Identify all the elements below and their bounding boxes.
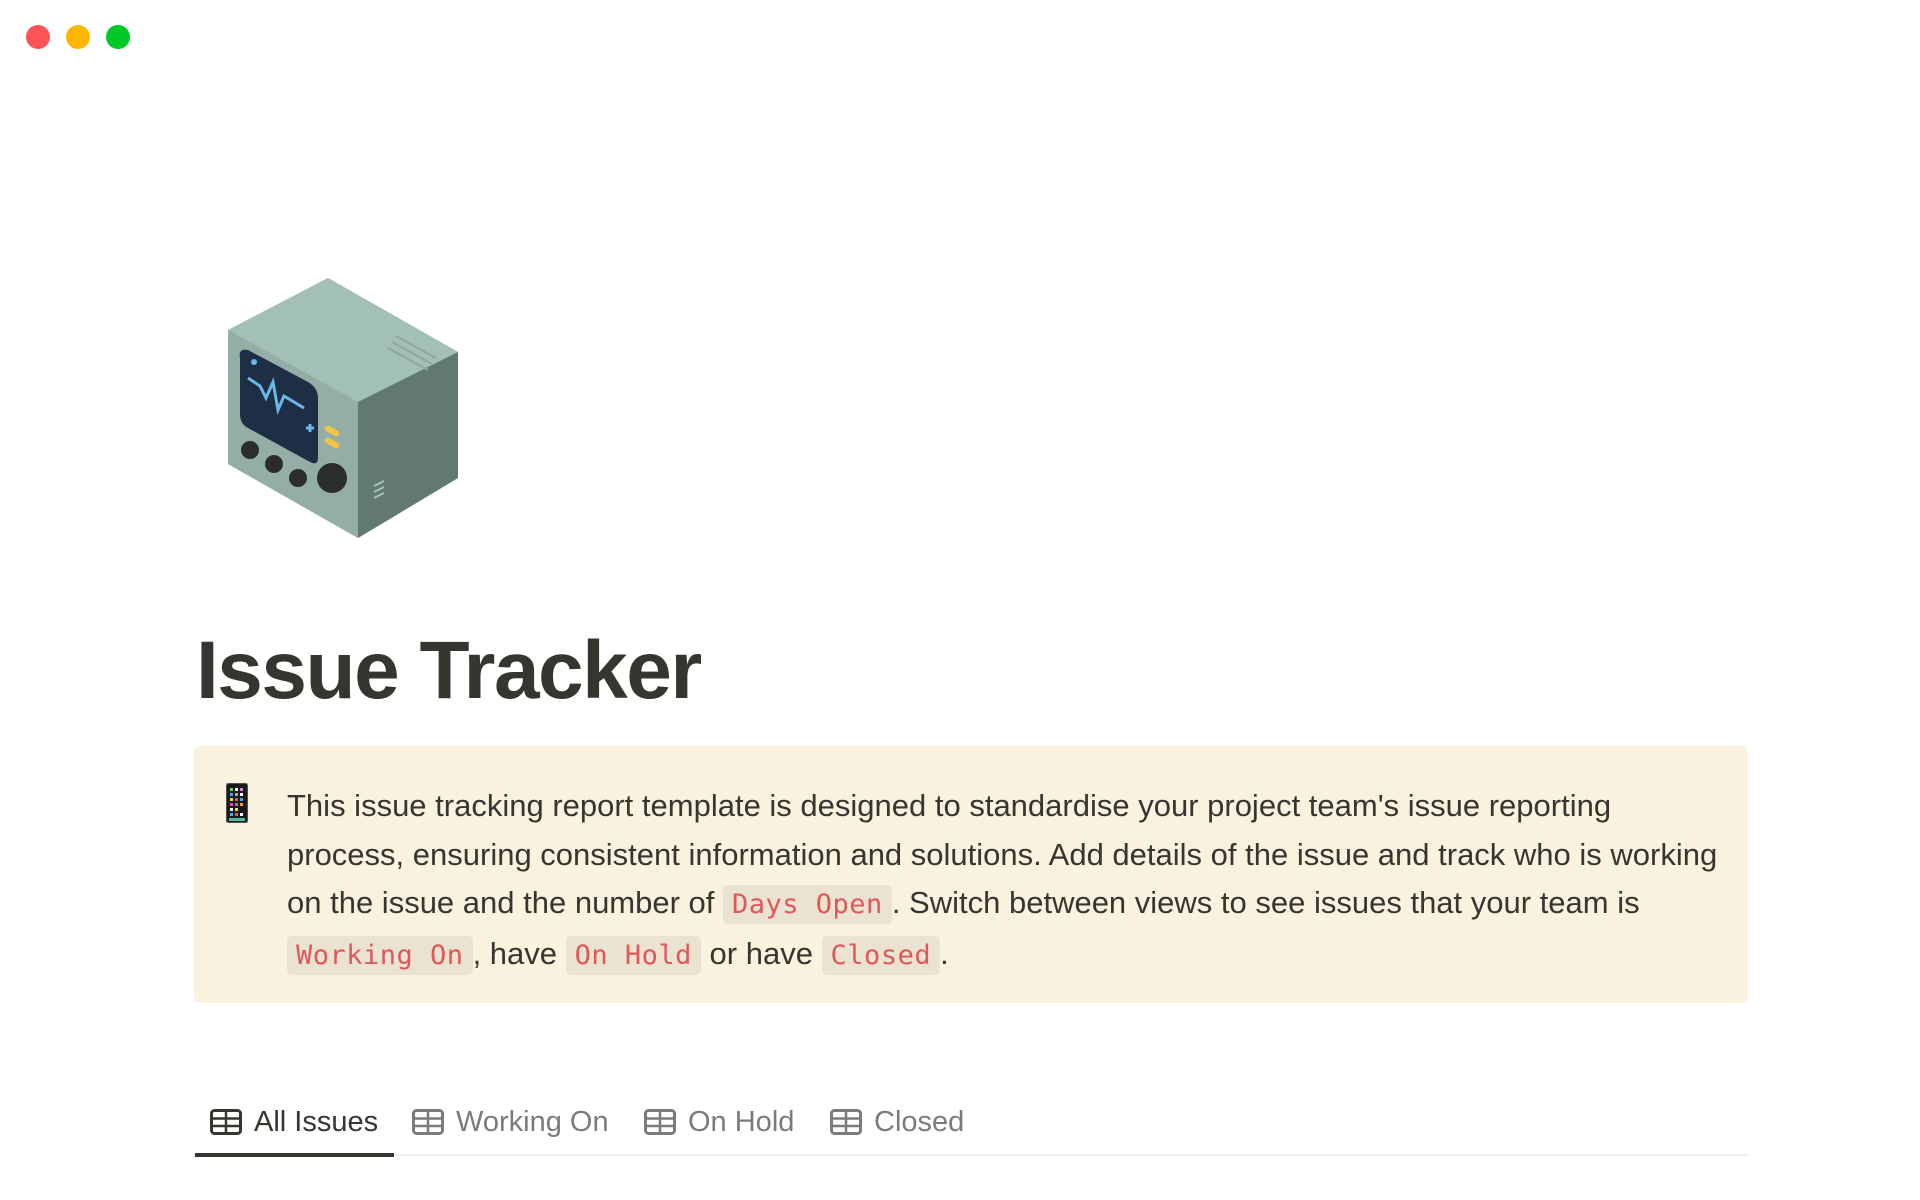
callout-block[interactable]: This issue tracking report template is d… [194, 746, 1748, 1003]
tab-label: All Issues [254, 1105, 379, 1138]
inline-code: Days Open [723, 885, 892, 924]
callout-text-run: , have [472, 935, 566, 971]
zoom-window-button[interactable] [106, 25, 130, 49]
callout-text: This issue tracking report template is d… [287, 782, 1727, 980]
inline-code: On Hold [565, 935, 701, 975]
page-title[interactable]: Issue Tracker [196, 630, 702, 712]
minimize-window-button[interactable] [66, 25, 90, 49]
callout-text-run: . [940, 935, 949, 971]
medical-monitor-icon[interactable] [228, 278, 458, 538]
tab-label: On Hold [688, 1105, 795, 1138]
tab-all-issues[interactable]: All Issues [194, 1090, 395, 1157]
inline-code: Working On [287, 935, 473, 975]
tab-label: Closed [874, 1105, 965, 1138]
mobile-phone-icon [226, 783, 248, 823]
tab-label: Working On [456, 1105, 609, 1138]
table-icon [412, 1109, 444, 1135]
close-window-button[interactable] [26, 25, 50, 49]
table-icon [830, 1109, 862, 1135]
tab-closed[interactable]: Closed [830, 1090, 964, 1154]
inline-code: Closed [821, 935, 941, 975]
table-icon [210, 1109, 242, 1135]
table-icon [644, 1109, 676, 1135]
tab-working-on[interactable]: Working On [412, 1090, 609, 1154]
callout-text-run: . Switch between views to see issues tha… [891, 885, 1640, 920]
callout-text-run: or have [700, 935, 822, 971]
tab-on-hold[interactable]: On Hold [644, 1090, 794, 1154]
view-tabs: All Issues Working On On Hold Closed [194, 1090, 1748, 1157]
window-controls [26, 25, 130, 49]
